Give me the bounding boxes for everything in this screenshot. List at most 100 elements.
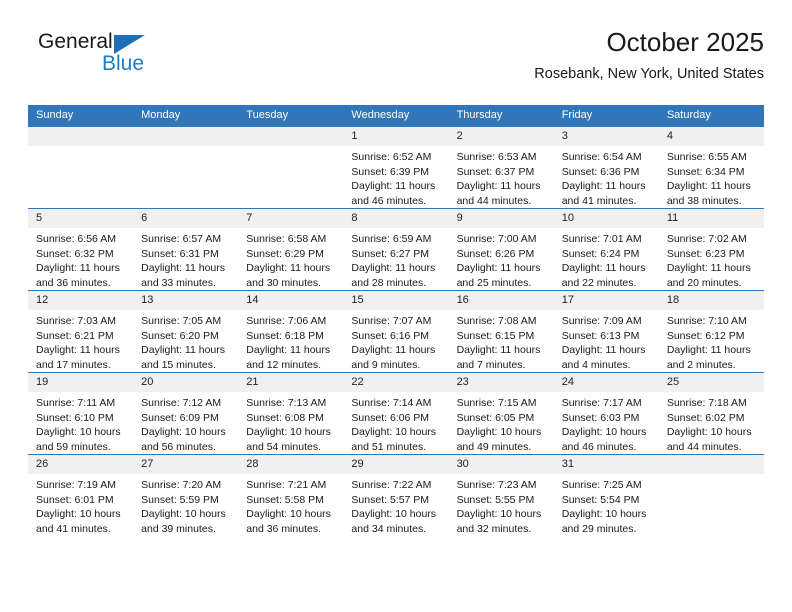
sunset-text: Sunset: 6:15 PM [456, 329, 535, 342]
daylight-text-line1: Daylight: 11 hours [141, 262, 225, 274]
daylight-text-line1: Daylight: 11 hours [36, 262, 120, 274]
day-number: 24 [553, 373, 659, 392]
daylight-text-line2: and 36 minutes. [246, 522, 321, 535]
calendar-day-cell[interactable]: 9 Sunrise: 7:00 AM Sunset: 6:26 PM Daylight… [448, 208, 554, 291]
calendar-day-cell[interactable]: 19 Sunrise: 7:11 AM Sunset: 6:10 PM Dayligh… [28, 372, 134, 455]
calendar-day-cell[interactable]: 3 Sunrise: 6:54 AM Sunset: 6:36 PM Daylight… [553, 126, 659, 209]
calendar-day-cell-empty [28, 126, 134, 209]
daylight-text-line1: Daylight: 10 hours [36, 426, 121, 438]
calendar-week-row: 19 Sunrise: 7:11 AM Sunset: 6:10 PM Dayligh… [28, 372, 764, 455]
sunrise-text: Sunrise: 7:13 AM [246, 397, 327, 409]
sunrise-text: Sunrise: 7:18 AM [666, 397, 747, 409]
sunset-text: Sunset: 5:55 PM [456, 493, 535, 506]
daylight-text-line2: and 20 minutes. [666, 276, 742, 289]
calendar-day-cell[interactable]: 25 Sunrise: 7:18 AM Sunset: 6:02 PM Dayligh… [658, 372, 764, 455]
weekday-header-monday: Monday [133, 105, 239, 127]
daylight-text-line2: and 39 minutes. [141, 522, 216, 535]
daylight-text-line1: Daylight: 11 hours [36, 344, 120, 356]
calendar-day-cell[interactable]: 5 Sunrise: 6:56 AM Sunset: 6:32 PM Daylight… [28, 208, 134, 291]
calendar-day-cell[interactable]: 4 Sunrise: 6:55 AM Sunset: 6:34 PM Daylight… [658, 126, 764, 209]
day-number: 4 [658, 127, 764, 146]
page-title: October 2025 [606, 27, 764, 57]
calendar-day-cell[interactable]: 10 Sunrise: 7:01 AM Sunset: 6:24 PM Dayligh… [553, 208, 659, 291]
day-details: Sunrise: 7:25 AM Sunset: 5:54 PM Daylight:… [554, 474, 659, 536]
calendar-day-cell[interactable]: 27 Sunrise: 7:20 AM Sunset: 5:59 PM Dayligh… [133, 454, 239, 536]
daylight-text-line1: Daylight: 11 hours [456, 344, 541, 356]
calendar-day-cell-empty [238, 126, 344, 209]
day-number: 12 [28, 291, 134, 310]
daylight-text-line1: Daylight: 11 hours [666, 344, 751, 356]
sunrise-text: Sunrise: 7:25 AM [561, 479, 642, 491]
day-details: Sunrise: 7:02 AM Sunset: 6:23 PM Daylight:… [659, 228, 764, 290]
calendar-day-cell[interactable]: 29 Sunrise: 7:22 AM Sunset: 5:57 PM Dayligh… [343, 454, 449, 536]
sunrise-text: Sunrise: 7:15 AM [456, 397, 537, 409]
sunrise-text: Sunrise: 7:21 AM [246, 479, 327, 491]
calendar-day-cell[interactable]: 16 Sunrise: 7:08 AM Sunset: 6:15 PM Dayligh… [448, 290, 554, 373]
calendar-day-cell[interactable]: 30 Sunrise: 7:23 AM Sunset: 5:55 PM Dayligh… [448, 454, 554, 536]
day-number: 9 [448, 209, 554, 228]
weekday-header-row: Sunday Monday Tuesday Wednesday Thursday… [28, 105, 764, 127]
daylight-text-line2: and 59 minutes. [36, 440, 111, 453]
calendar-day-cell[interactable]: 2 Sunrise: 6:53 AM Sunset: 6:37 PM Daylight… [448, 126, 554, 209]
calendar-day-cell[interactable]: 6 Sunrise: 6:57 AM Sunset: 6:31 PM Daylight… [133, 208, 239, 291]
day-number: 7 [238, 209, 344, 228]
logo-text-blue: Blue [102, 52, 145, 75]
day-number: 3 [553, 127, 659, 146]
calendar-table: Sunday Monday Tuesday Wednesday Thursday… [28, 105, 764, 536]
day-number: 20 [133, 373, 239, 392]
calendar-day-cell[interactable]: 21 Sunrise: 7:13 AM Sunset: 6:08 PM Dayligh… [238, 372, 344, 455]
calendar-day-cell[interactable]: 13 Sunrise: 7:05 AM Sunset: 6:20 PM Dayligh… [133, 290, 239, 373]
daylight-text-line2: and 25 minutes. [456, 276, 532, 289]
sunset-text: Sunset: 6:37 PM [456, 165, 535, 178]
day-number: 14 [238, 291, 344, 310]
daylight-text-line1: Daylight: 10 hours [36, 508, 121, 520]
calendar-day-cell[interactable]: 28 Sunrise: 7:21 AM Sunset: 5:58 PM Dayligh… [238, 454, 344, 536]
sunrise-text: Sunrise: 7:00 AM [456, 233, 537, 245]
sunset-text: Sunset: 6:18 PM [246, 329, 324, 342]
sunrise-text: Sunrise: 6:55 AM [666, 151, 747, 163]
daylight-text-line1: Daylight: 11 hours [351, 180, 436, 192]
calendar-day-cell[interactable]: 23 Sunrise: 7:15 AM Sunset: 6:05 PM Dayligh… [448, 372, 554, 455]
calendar-day-cell[interactable]: 26 Sunrise: 7:19 AM Sunset: 6:01 PM Dayligh… [28, 454, 134, 536]
day-number: 5 [28, 209, 134, 228]
calendar-day-cell[interactable]: 18 Sunrise: 7:10 AM Sunset: 6:12 PM Dayligh… [658, 290, 764, 373]
calendar-day-cell[interactable]: 8 Sunrise: 6:59 AM Sunset: 6:27 PM Daylight… [343, 208, 449, 291]
calendar-day-cell[interactable]: 20 Sunrise: 7:12 AM Sunset: 6:09 PM Dayligh… [133, 372, 239, 455]
calendar-day-cell[interactable]: 1 Sunrise: 6:52 AM Sunset: 6:39 PM Daylight… [343, 126, 449, 209]
day-details: Sunrise: 7:08 AM Sunset: 6:15 PM Daylight:… [449, 310, 554, 372]
daylight-text-line2: and 32 minutes. [456, 522, 532, 535]
daylight-text-line1: Daylight: 11 hours [456, 262, 541, 274]
daylight-text-line2: and 4 minutes. [561, 358, 631, 371]
sunset-text: Sunset: 6:34 PM [666, 165, 745, 178]
day-number [133, 127, 239, 146]
calendar-week-row: 5 Sunrise: 6:56 AM Sunset: 6:32 PM Daylight… [28, 208, 764, 291]
day-number: 2 [448, 127, 554, 146]
calendar-day-cell[interactable]: 17 Sunrise: 7:09 AM Sunset: 6:13 PM Dayligh… [553, 290, 659, 373]
calendar-day-cell[interactable]: 7 Sunrise: 6:58 AM Sunset: 6:29 PM Daylight… [238, 208, 344, 291]
daylight-text-line2: and 44 minutes. [456, 194, 532, 207]
calendar-week-row: 12 Sunrise: 7:03 AM Sunset: 6:21 PM Dayligh… [28, 290, 764, 373]
day-number: 22 [343, 373, 449, 392]
calendar-day-cell-empty [133, 126, 239, 209]
sunrise-text: Sunrise: 7:08 AM [456, 315, 537, 327]
day-details: Sunrise: 7:09 AM Sunset: 6:13 PM Daylight:… [554, 310, 659, 372]
sunset-text: Sunset: 6:32 PM [36, 247, 114, 260]
calendar-day-cell[interactable]: 22 Sunrise: 7:14 AM Sunset: 6:06 PM Dayligh… [343, 372, 449, 455]
day-number: 30 [448, 455, 554, 474]
calendar-day-cell[interactable]: 14 Sunrise: 7:06 AM Sunset: 6:18 PM Dayligh… [238, 290, 344, 373]
general-blue-logo[interactable]: General Blue [38, 30, 218, 84]
calendar-day-cell[interactable]: 24 Sunrise: 7:17 AM Sunset: 6:03 PM Dayligh… [553, 372, 659, 455]
day-details: Sunrise: 7:03 AM Sunset: 6:21 PM Daylight:… [28, 310, 133, 372]
daylight-text-line1: Daylight: 10 hours [561, 508, 647, 520]
sunrise-text: Sunrise: 6:52 AM [351, 151, 432, 163]
weekday-header-thursday: Thursday [448, 105, 554, 127]
day-number: 28 [238, 455, 344, 474]
day-number [28, 127, 134, 146]
calendar-week-row: 1 Sunrise: 6:52 AM Sunset: 6:39 PM Daylight… [28, 126, 764, 209]
calendar-day-cell[interactable]: 12 Sunrise: 7:03 AM Sunset: 6:21 PM Dayligh… [28, 290, 134, 373]
calendar-day-cell[interactable]: 15 Sunrise: 7:07 AM Sunset: 6:16 PM Dayligh… [343, 290, 449, 373]
sunset-text: Sunset: 6:23 PM [666, 247, 745, 260]
calendar-day-cell[interactable]: 31 Sunrise: 7:25 AM Sunset: 5:54 PM Dayligh… [553, 454, 659, 536]
calendar-day-cell[interactable]: 11 Sunrise: 7:02 AM Sunset: 6:23 PM Dayligh… [658, 208, 764, 291]
sunrise-text: Sunrise: 7:11 AM [36, 397, 116, 409]
